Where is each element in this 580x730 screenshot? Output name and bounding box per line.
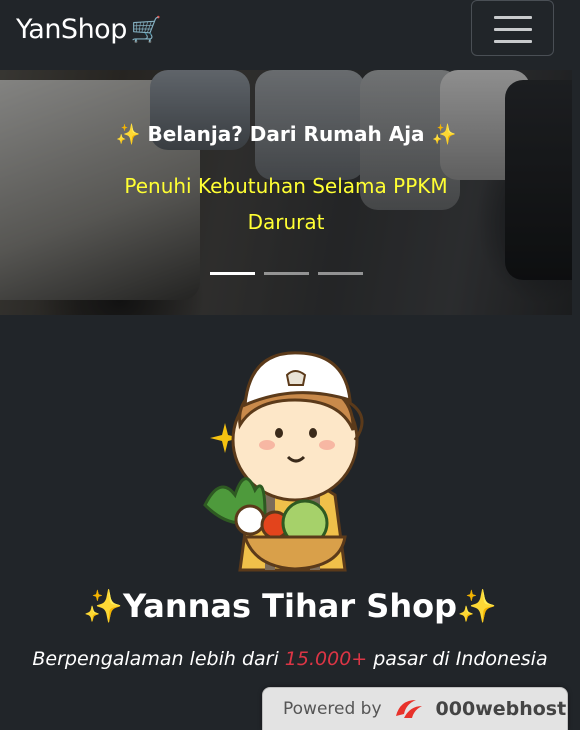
- shop-title: ✨Yannas Tihar Shop✨: [83, 587, 497, 625]
- hamburger-menu-icon: [494, 16, 532, 19]
- navbar: YanShop 🛒: [0, 0, 580, 70]
- shop-tagline: Berpengalaman lebih dari 15.000+ pasar d…: [0, 648, 580, 670]
- carousel-caption-title: ✨ Belanja? Dari Rumah Aja ✨: [115, 122, 457, 146]
- host-name: 000webhost: [435, 698, 567, 720]
- carousel-indicator-2[interactable]: [264, 272, 309, 275]
- webhost-logo-icon: [395, 700, 422, 718]
- powered-by-badge[interactable]: Powered by 000webhost: [262, 687, 568, 730]
- brand-link[interactable]: YanShop 🛒: [16, 14, 162, 45]
- powered-by-label: Powered by: [283, 699, 382, 719]
- navbar-toggler-button[interactable]: [471, 0, 554, 56]
- tagline-number: 15.000+: [284, 648, 368, 670]
- carousel-indicator-3[interactable]: [318, 272, 363, 275]
- carousel-indicator-1[interactable]: [210, 272, 255, 275]
- cart-icon: 🛒: [130, 14, 162, 44]
- farmer-with-vegetables-illustration: [203, 351, 364, 572]
- tagline-before: Berpengalaman lebih dari: [32, 648, 285, 670]
- carousel-indicators: [210, 272, 363, 275]
- hero-carousel[interactable]: ✨ Belanja? Dari Rumah Aja ✨ Penuhi Kebut…: [0, 70, 572, 315]
- tagline-after: pasar di Indonesia: [367, 648, 548, 670]
- carousel-caption-text: Penuhi Kebutuhan Selama PPKM Darurat: [124, 174, 448, 234]
- brand-name: YanShop: [16, 14, 127, 45]
